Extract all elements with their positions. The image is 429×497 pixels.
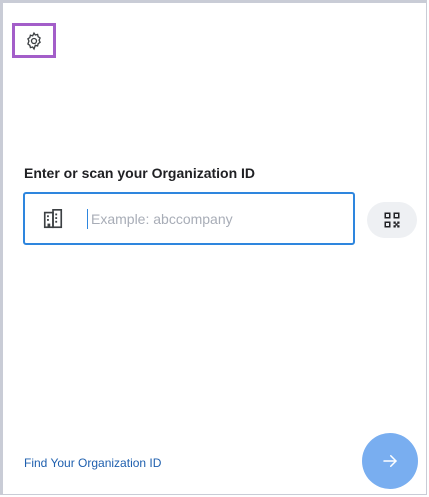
next-button[interactable] <box>362 433 418 489</box>
text-cursor <box>87 208 88 229</box>
app-frame <box>0 0 427 495</box>
gear-icon <box>27 31 41 50</box>
scan-qr-button[interactable] <box>367 202 417 238</box>
find-org-id-link[interactable]: Find Your Organization ID <box>24 456 161 470</box>
org-id-input[interactable] <box>91 210 311 227</box>
qr-code-icon <box>384 212 400 228</box>
arrow-right-icon <box>383 455 397 467</box>
org-id-prompt: Enter or scan your Organization ID <box>24 165 256 181</box>
building-icon <box>43 208 63 228</box>
org-id-field[interactable] <box>23 192 355 245</box>
settings-button[interactable] <box>12 23 56 58</box>
